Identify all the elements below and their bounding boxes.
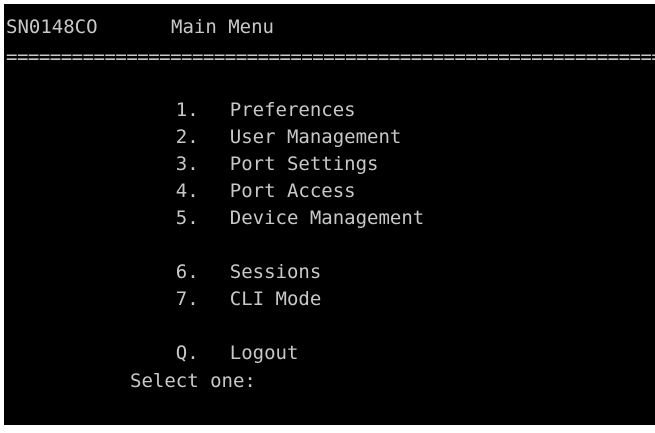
menu-item-user-management[interactable]: 2. User Management (130, 98, 402, 148)
menu-item-logout[interactable]: Q. Logout (130, 314, 299, 364)
hostname: SN0148CO (6, 16, 98, 38)
menu-item-label: Logout (229, 342, 299, 364)
menu-item-cli-mode[interactable]: 7. CLI Mode (130, 260, 322, 310)
terminal-window[interactable]: SN0148CO Main Menu =====================… (4, 4, 655, 425)
menu-item-label: CLI Mode (229, 288, 322, 310)
menu-item-sessions[interactable]: 6. Sessions (130, 233, 322, 283)
prompt-text: Select one: (130, 370, 256, 392)
menu-title: Main Menu (171, 16, 274, 38)
menu-item-key: 7. (175, 288, 199, 310)
separator-line: ========================================… (6, 46, 655, 68)
menu-item-device-management[interactable]: 5. Device Management (130, 179, 424, 229)
menu-item-key: 5. (175, 207, 199, 229)
menu-item-label: Device Management (229, 207, 425, 229)
menu-item-key: Q. (175, 342, 199, 364)
select-prompt[interactable]: Select one: (130, 368, 256, 394)
menu-item-port-access[interactable]: 4. Port Access (130, 152, 356, 202)
menu-item-preferences[interactable]: 1. Preferences (130, 71, 356, 121)
menu-item-port-settings[interactable]: 3. Port Settings (130, 125, 379, 175)
